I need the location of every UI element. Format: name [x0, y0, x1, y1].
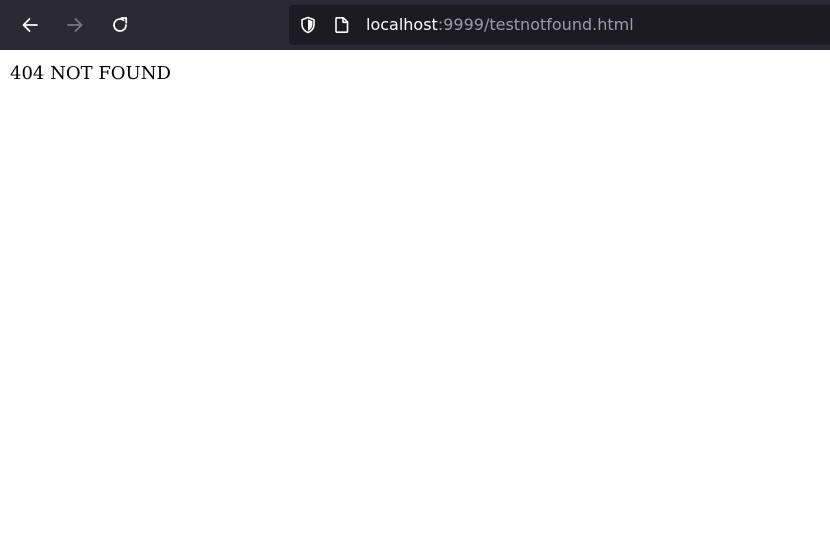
back-button[interactable] [14, 9, 46, 41]
browser-toolbar: localhost:9999/testnotfound.html [0, 0, 830, 50]
arrow-left-icon [22, 18, 38, 32]
url-text[interactable]: localhost:9999/testnotfound.html [366, 15, 634, 35]
url-host: localhost [366, 15, 438, 34]
address-bar[interactable]: localhost:9999/testnotfound.html [289, 5, 830, 45]
url-path: :9999/testnotfound.html [437, 15, 634, 34]
reload-icon [113, 17, 128, 32]
reload-button[interactable] [104, 9, 136, 41]
page-message: 404 NOT FOUND [10, 63, 171, 84]
forward-button[interactable] [59, 9, 91, 41]
tracking-protection-shield-icon[interactable] [298, 15, 318, 35]
page-document-icon[interactable] [332, 15, 352, 35]
arrow-right-icon [67, 18, 83, 32]
